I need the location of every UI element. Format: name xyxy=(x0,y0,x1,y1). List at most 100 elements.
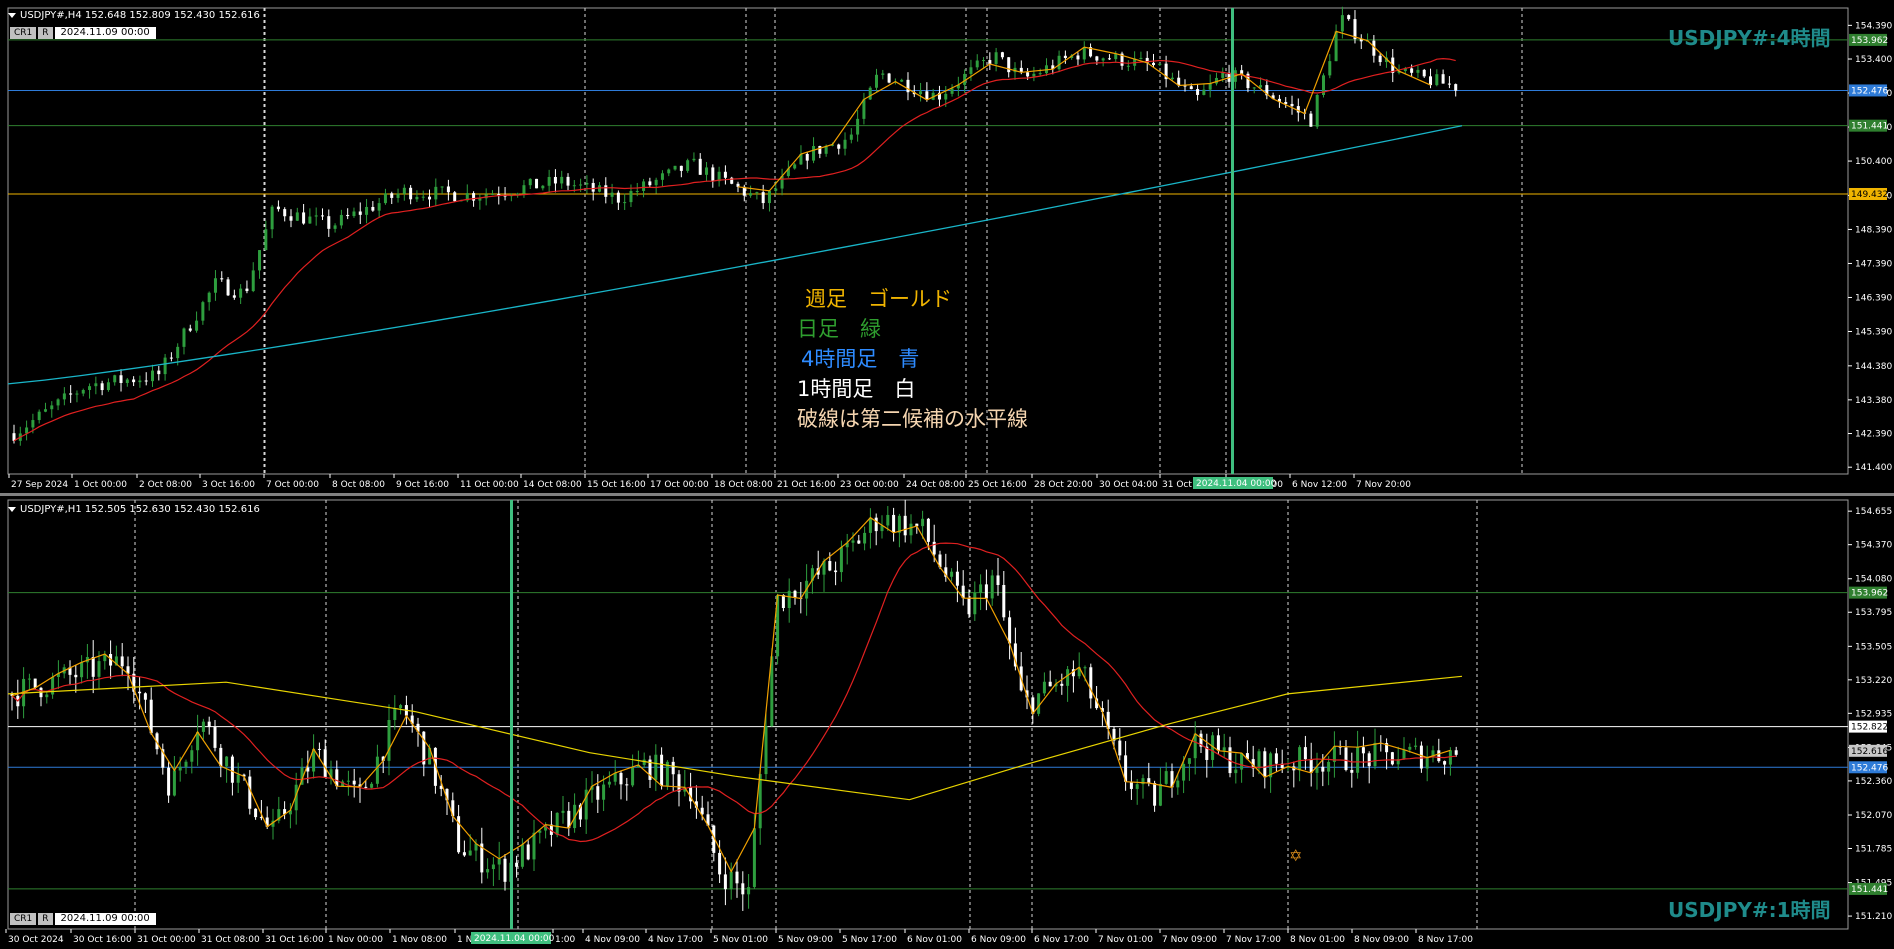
h1-candle xyxy=(619,772,623,785)
h1-candle xyxy=(874,517,878,532)
h4-candle xyxy=(239,288,243,298)
h4-candle xyxy=(88,386,92,391)
h4-candle xyxy=(1082,47,1086,60)
h1-candle xyxy=(323,749,327,778)
h1-candle xyxy=(857,540,861,544)
h4-candle xyxy=(295,212,299,221)
h1-crosshair-box: CR1 R 2024.11.09 00:00 xyxy=(10,913,156,925)
x-tick-label: 18 Oct 08:00 xyxy=(714,480,773,490)
h1-candle xyxy=(230,756,234,783)
h4-candle xyxy=(1095,56,1099,61)
collapse-triangle-icon[interactable] xyxy=(8,12,16,18)
h1-candle xyxy=(491,864,495,870)
h1-chart-pane[interactable]: 154.655 154.370 154.080 153.795 153.505 153.2… xyxy=(0,496,1894,949)
h4-candle xyxy=(1290,103,1294,107)
h1-candle xyxy=(526,844,530,860)
h1-candle xyxy=(520,844,524,867)
h4-candle xyxy=(472,193,476,201)
h4-candle xyxy=(604,185,608,197)
h1-candle xyxy=(1129,781,1133,789)
h4-candle xyxy=(610,192,614,197)
h4-candle xyxy=(327,216,331,229)
h1-candle xyxy=(1187,758,1191,764)
h4-candle xyxy=(1107,58,1111,60)
h4-candle xyxy=(950,88,954,94)
h4-candle xyxy=(793,164,797,169)
h4-candle xyxy=(163,357,167,375)
h4-candle xyxy=(195,320,199,331)
h4-candle xyxy=(276,206,280,210)
h4-candle xyxy=(711,167,715,182)
h1-chart-header: USDJPY#,H1 152.505 152.630 152.430 152.6… xyxy=(8,504,260,515)
cursor-datetime: 2024.11.09 00:00 xyxy=(54,27,156,39)
x-tick-label: 31 Oct 16:00 xyxy=(265,935,324,945)
legend-weekly: 週足 ゴールド xyxy=(805,287,952,311)
h1-candle xyxy=(190,750,194,762)
h4-candle xyxy=(642,181,646,191)
h1-candle xyxy=(967,598,971,615)
h4-candle xyxy=(1416,69,1420,73)
h4-candle xyxy=(982,60,986,62)
x-tick-label: 4 Nov 09:00 xyxy=(585,935,640,945)
price-tag: 151.441 xyxy=(1851,122,1888,132)
timeframe-legend: 週足 ゴールド 日足 緑 4時間足 青 1時間足 白 破線は第二候補の水平線 xyxy=(797,284,1028,434)
h4-candle xyxy=(1435,74,1439,86)
h4-watermark: USDJPY#:4時間 xyxy=(1668,26,1831,50)
h1-candle xyxy=(178,766,182,771)
h4-candle xyxy=(1196,89,1200,95)
h1-candle xyxy=(1414,745,1418,747)
x-tick-label: 11 Oct 00:00 xyxy=(460,480,519,490)
h4-candle xyxy=(1202,89,1206,95)
h1-candle xyxy=(1060,683,1064,686)
h4-candle xyxy=(1315,94,1319,127)
h4-candle xyxy=(1252,87,1256,89)
h4-candle xyxy=(541,185,545,189)
h1-candle xyxy=(1402,749,1406,760)
y-tick-label: 143.380 xyxy=(1855,396,1892,406)
h4-candle xyxy=(31,420,35,428)
h1-candle xyxy=(1048,681,1052,687)
h4-candle xyxy=(339,214,343,226)
h1-candle xyxy=(625,784,629,786)
h1-candle xyxy=(718,852,722,875)
h4-candle xyxy=(358,211,362,215)
h4-candle xyxy=(402,187,406,194)
h4-chart-pane[interactable]: 154.390153.400152.400151.400150.400149.3… xyxy=(0,0,1894,493)
h4-candle xyxy=(837,144,841,149)
h4-candle xyxy=(1026,72,1030,77)
h1-candle xyxy=(781,594,785,609)
h4-candle xyxy=(843,139,847,149)
y-tick-label: 142.390 xyxy=(1855,430,1892,440)
h1-candle xyxy=(729,871,733,890)
h1-chart-canvas[interactable]: 154.655 154.370 154.080 153.795 153.505 153.2… xyxy=(0,496,1894,949)
r-label: R xyxy=(38,27,53,39)
h4-candle xyxy=(1063,55,1067,58)
date-marker-line[interactable] xyxy=(510,500,513,929)
h1-candle xyxy=(555,812,559,835)
h4-candle xyxy=(1000,52,1004,58)
h1-candle xyxy=(387,720,391,761)
x-tick-label: 6 Nov 01:00 xyxy=(907,935,962,945)
h1-candle xyxy=(1425,757,1429,769)
y-tick-label: 154.080 xyxy=(1855,575,1892,585)
h4-candle xyxy=(572,185,576,187)
date-marker-line[interactable] xyxy=(1231,8,1234,474)
h4-candle xyxy=(623,202,627,204)
x-tick-label: 3 Oct 16:00 xyxy=(202,480,255,490)
h1-candle xyxy=(370,783,374,788)
h4-candle xyxy=(761,192,765,204)
price-tag: 153.962 xyxy=(1851,36,1888,46)
h4-candle xyxy=(1347,15,1351,20)
h4-candle xyxy=(875,74,879,88)
h4-candle xyxy=(749,193,753,196)
x-tick-label: 28 Oct 20:00 xyxy=(1034,480,1093,490)
collapse-triangle-icon[interactable] xyxy=(8,506,16,512)
h1-candle xyxy=(1419,745,1423,769)
y-tick-label: 152.935 xyxy=(1855,709,1892,719)
h4-candle xyxy=(94,383,98,387)
h4-candle xyxy=(446,186,450,193)
h1-candle xyxy=(120,656,124,667)
h4-candle xyxy=(1378,55,1382,63)
h1-candle xyxy=(515,862,519,867)
h1-candle xyxy=(654,754,658,780)
